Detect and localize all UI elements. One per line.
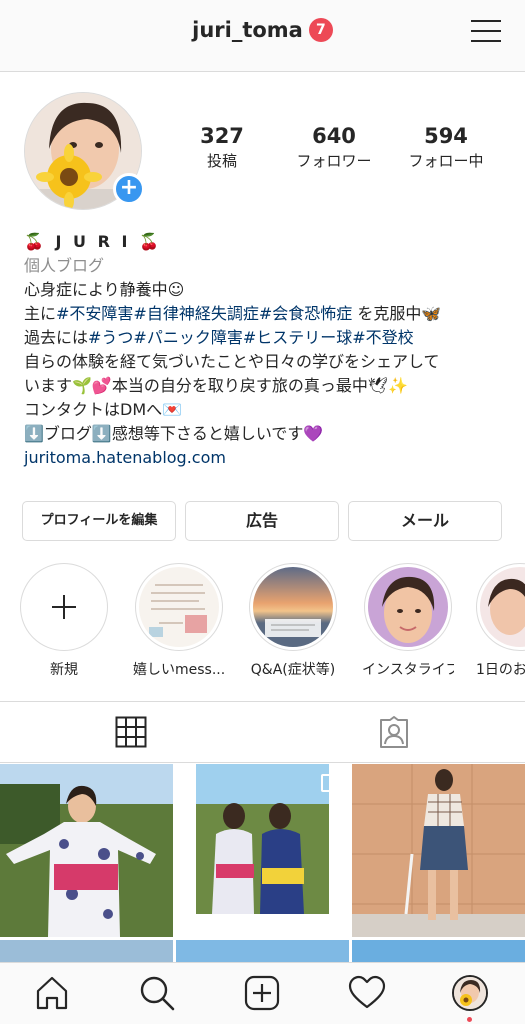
post-image — [352, 940, 525, 963]
add-post-icon — [244, 975, 280, 1011]
highlight-item[interactable]: Q&A(症状等) — [247, 563, 339, 679]
highlight-cover — [364, 563, 452, 651]
followers-count-value: 640 — [312, 124, 356, 148]
highlight-cover — [135, 563, 223, 651]
post-thumbnail[interactable] — [0, 940, 173, 963]
bio-text: 主に — [24, 304, 57, 323]
highlight-cover — [476, 563, 525, 651]
menu-icon — [471, 20, 501, 22]
following-count-label: フォロー中 — [408, 152, 484, 170]
heart-icon — [348, 975, 386, 1009]
profile-name: 🍒 J U R I 🍒 — [24, 232, 162, 251]
followers-count-label: フォロワー — [296, 152, 372, 170]
menu-icon-bar — [471, 40, 501, 42]
followers-count[interactable]: 640 フォロワー — [279, 124, 389, 171]
activity-dot — [467, 1017, 472, 1022]
highlight-label: 新規 — [50, 662, 78, 678]
highlight-image — [368, 567, 448, 647]
bio-line: 自らの体験を経て気づいたことや日々の学びをシェアして — [24, 352, 440, 371]
hashtag-link[interactable]: #うつ#パニック障害#ヒステリー球#不登校 — [88, 328, 414, 347]
highlight-image — [253, 567, 333, 647]
search-icon — [140, 976, 175, 1011]
multiple-photos-icon — [321, 774, 339, 792]
bio-line: 過去には#うつ#パニック障害#ヒステリー球#不登校 — [24, 326, 514, 350]
post-thumbnail[interactable] — [352, 940, 525, 963]
bio-line: 心身症により静養中☺︎ — [24, 280, 185, 299]
edit-profile-button[interactable]: プロフィールを編集 — [22, 501, 176, 541]
bio-line: います🌱💕本当の自分を取り戻す旅の真っ最中🕊✨ — [24, 376, 409, 395]
highlight-image — [139, 567, 219, 647]
nav-new-post[interactable] — [242, 973, 282, 1013]
posts-count-label: 投稿 — [206, 152, 237, 170]
nav-search[interactable] — [137, 973, 177, 1013]
plus-icon — [52, 595, 76, 619]
profile-bio: 🍒 J U R I 🍒 個人ブログ 心身症により静養中☺︎ 主に#不安障害#自律… — [24, 230, 514, 470]
post-thumbnail[interactable] — [0, 764, 173, 937]
highlight-cover — [249, 563, 337, 651]
following-count[interactable]: 594 フォロー中 — [391, 124, 501, 171]
highlight-image — [480, 567, 525, 647]
hashtag-link[interactable]: #不安障害#自律神経失調症#会食恐怖症 — [56, 304, 352, 323]
tab-grid[interactable] — [0, 702, 262, 763]
highlight-new-circle — [20, 563, 108, 651]
post-image — [0, 940, 173, 963]
bottom-navigation — [0, 962, 525, 1024]
post-thumbnail[interactable] — [176, 940, 349, 963]
tab-tagged[interactable] — [263, 702, 525, 763]
following-count-value: 594 — [424, 124, 468, 148]
tagged-icon — [380, 716, 408, 748]
highlight-item[interactable]: 嬉しいmess... — [133, 563, 225, 679]
bio-line: 主に#不安障害#自律神経失調症#会食恐怖症 を克服中🦋 — [24, 302, 514, 326]
profile-avatar-icon — [454, 977, 486, 1009]
nav-profile-avatar[interactable] — [452, 975, 488, 1011]
post-image — [176, 940, 349, 963]
username-text: juri_toma — [192, 18, 303, 42]
menu-icon-bar — [471, 30, 501, 32]
profile-tabs — [0, 701, 525, 763]
post-image — [0, 764, 173, 937]
menu-button[interactable] — [471, 16, 501, 46]
grid-icon — [115, 716, 147, 748]
highlight-item[interactable]: インスタライブ — [362, 563, 454, 679]
add-story-button[interactable]: + — [113, 173, 145, 205]
bio-line: コンタクトはDMへ💌 — [24, 400, 183, 419]
highlight-label: Q&A(症状等) — [250, 662, 336, 678]
username-header[interactable]: juri_toma 7 — [0, 18, 525, 42]
posts-count-value: 327 — [200, 124, 244, 148]
promotions-button[interactable]: 広告 — [185, 501, 339, 541]
highlight-label: 嬉しいmess... — [133, 662, 225, 678]
bio-text: を克服中🦋 — [352, 304, 442, 323]
nav-home[interactable] — [32, 973, 72, 1013]
post-image — [352, 764, 525, 937]
email-button[interactable]: メール — [348, 501, 502, 541]
top-bar: juri_toma 7 — [0, 0, 525, 72]
highlight-new[interactable]: 新規 — [18, 563, 110, 679]
highlight-label: 1日のお — [476, 662, 525, 678]
website-link[interactable]: juritoma.hatenablog.com — [24, 446, 514, 470]
highlight-item[interactable]: 1日のお — [476, 563, 525, 679]
highlight-label: インスタライブ — [362, 662, 454, 678]
posts-count[interactable]: 327 投稿 — [167, 124, 277, 171]
post-thumbnail[interactable] — [176, 764, 349, 937]
profile-category: 個人ブログ — [24, 256, 105, 275]
post-thumbnail[interactable] — [352, 764, 525, 937]
bio-text: 過去には — [24, 328, 89, 347]
notification-badge[interactable]: 7 — [308, 18, 333, 42]
nav-activity[interactable] — [347, 973, 387, 1013]
home-icon — [36, 976, 68, 1010]
bio-line: ⬇️ブログ⬇️感想等下さると嬉しいです💜 — [24, 424, 324, 443]
